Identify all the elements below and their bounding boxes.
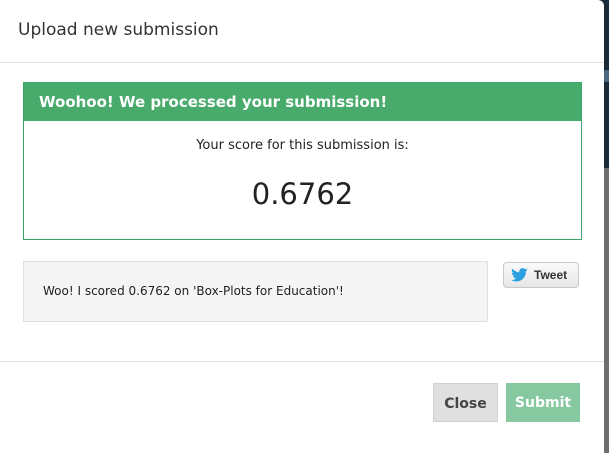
tweet-button[interactable]: Tweet: [503, 262, 579, 288]
share-message: Woo! I scored 0.6762 on 'Box-Plots for E…: [43, 284, 344, 298]
score-label: Your score for this submission is:: [196, 138, 409, 153]
score-value: 0.6762: [251, 177, 354, 211]
submit-button[interactable]: Submit: [506, 383, 580, 422]
modal-header: Upload new submission: [0, 0, 604, 63]
modal-title: Upload new submission: [18, 20, 219, 40]
close-button[interactable]: Close: [433, 383, 498, 422]
tweet-label: Tweet: [534, 268, 568, 282]
share-message-box: Woo! I scored 0.6762 on 'Box-Plots for E…: [23, 261, 488, 322]
twitter-bird-icon: [511, 268, 528, 282]
success-banner: Woohoo! We processed your submission!: [24, 83, 581, 121]
submission-result-panel: Woohoo! We processed your submission! Yo…: [23, 82, 582, 240]
upload-submission-modal: Upload new submission Woohoo! We process…: [0, 0, 604, 453]
